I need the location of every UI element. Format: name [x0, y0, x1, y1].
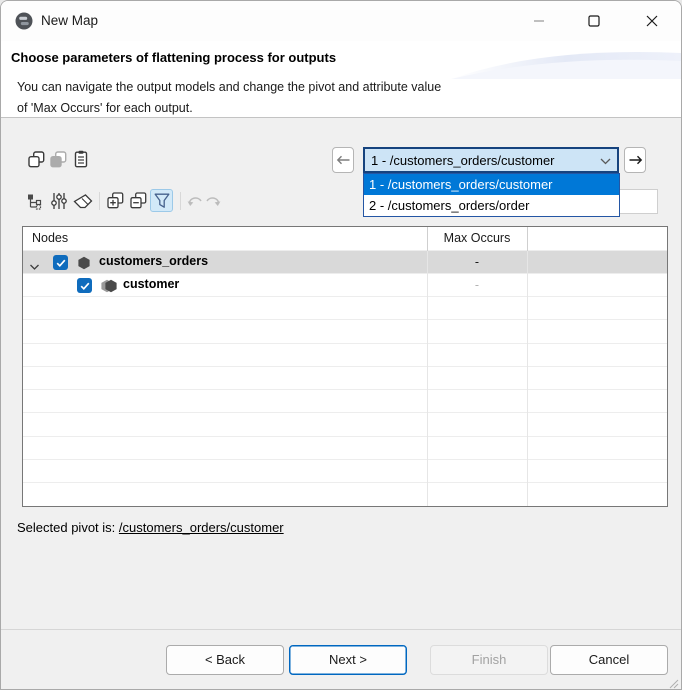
finish-button[interactable]: Finish [430, 645, 548, 675]
column-header-nodes: Nodes [32, 231, 68, 245]
table-empty-row [23, 413, 667, 436]
minimize-icon[interactable] [522, 7, 556, 35]
table-empty-row [23, 344, 667, 367]
window-title: New Map [41, 12, 98, 30]
content-area: 1 - /customers_orders/customer 1 - /cust… [1, 118, 681, 690]
table-header: Nodes Max Occurs [23, 227, 667, 251]
next-output-button[interactable] [624, 147, 646, 173]
new-map-dialog: New Map Choose parameters of flattening … [0, 0, 682, 690]
output-option-1[interactable]: 1 - /customers_orders/customer [364, 174, 619, 195]
wizard-header: Choose parameters of flattening process … [1, 41, 681, 117]
pivot-label: Selected pivot is: [17, 520, 115, 535]
page-description-line1: You can navigate the output models and c… [17, 80, 441, 94]
output-select-dropdown[interactable]: 1 - /customers_orders/customer [363, 147, 619, 173]
sliders-icon[interactable] [50, 191, 68, 210]
repeating-element-hexagon-icon [101, 279, 119, 298]
next-button[interactable]: Next > [289, 645, 407, 675]
cancel-button[interactable]: Cancel [550, 645, 668, 675]
table-empty-row [23, 367, 667, 390]
element-hexagon-icon [77, 256, 91, 275]
footer-separator [1, 629, 681, 630]
node-label: customers_orders [99, 254, 208, 268]
previous-output-button[interactable] [332, 147, 354, 173]
chevron-down-icon [600, 153, 611, 168]
close-icon[interactable] [635, 7, 669, 35]
tree-row-customer[interactable]: customer - [23, 274, 667, 297]
title-bar: New Map [1, 1, 681, 41]
eraser-icon[interactable] [73, 193, 93, 209]
pivot-status: Selected pivot is: /customers_orders/cus… [17, 520, 284, 535]
table-empty-row [23, 297, 667, 320]
table-empty-row [23, 437, 667, 460]
tree-structure-icon[interactable] [26, 192, 44, 210]
tree-row-customers-orders[interactable]: customers_orders - [23, 251, 667, 274]
toolbar-separator [180, 192, 181, 210]
nodes-table: Nodes Max Occurs customers_orders - [22, 226, 668, 507]
table-empty-row [23, 460, 667, 483]
pivot-link[interactable]: /customers_orders/customer [119, 520, 284, 535]
table-empty-rows [23, 297, 667, 507]
checkbox-customers-orders[interactable] [53, 255, 68, 270]
table-empty-row [23, 390, 667, 413]
app-icon [15, 12, 33, 30]
banner-swoosh-decoration [451, 37, 681, 87]
collapse-all-icon[interactable] [129, 191, 147, 209]
output-option-2[interactable]: 2 - /customers_orders/order [364, 195, 619, 216]
output-select-value: 1 - /customers_orders/customer [371, 153, 555, 168]
chevron-down-expander-icon[interactable] [29, 258, 41, 268]
max-occurs-value[interactable]: - [427, 278, 527, 292]
node-label: customer [123, 277, 179, 291]
table-empty-row [23, 483, 667, 506]
output-select-popup: 1 - /customers_orders/customer 2 - /cust… [363, 173, 620, 217]
redo-icon[interactable] [204, 193, 221, 208]
duplicate-disabled-icon[interactable] [49, 150, 67, 168]
undo-icon[interactable] [186, 193, 203, 208]
page-title: Choose parameters of flattening process … [11, 50, 336, 65]
expand-all-icon[interactable] [106, 191, 124, 209]
back-button[interactable]: < Back [166, 645, 284, 675]
table-empty-row [23, 320, 667, 343]
column-header-max-occurs: Max Occurs [427, 231, 527, 245]
clipboard-icon[interactable] [72, 149, 90, 168]
duplicate-icon[interactable] [27, 150, 45, 168]
toolbar-separator [99, 192, 100, 210]
max-occurs-value[interactable]: - [427, 255, 527, 269]
checkbox-customer[interactable] [77, 278, 92, 293]
page-description-line2: of 'Max Occurs' for each output. [17, 101, 193, 115]
maximize-icon[interactable] [577, 7, 611, 35]
filter-funnel-icon[interactable] [150, 189, 173, 212]
resize-grip[interactable] [669, 679, 679, 689]
